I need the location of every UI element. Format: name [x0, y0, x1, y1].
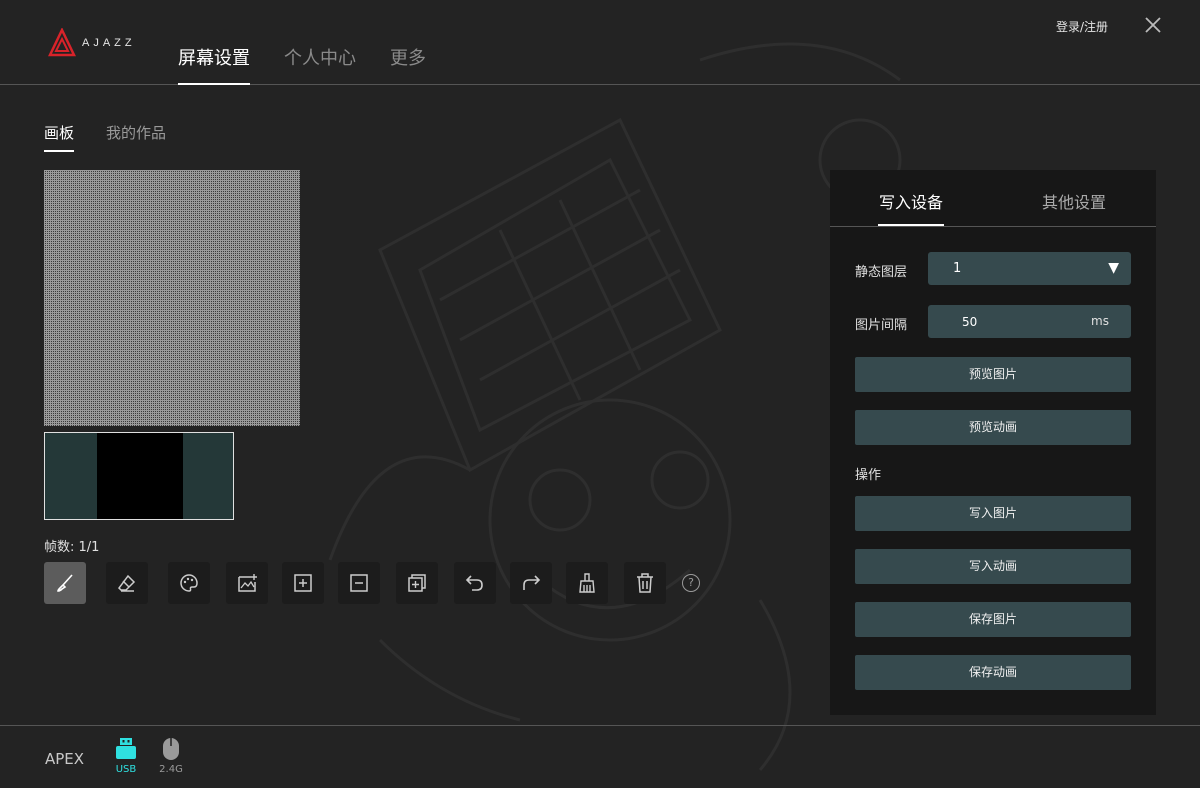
- nav-screen-settings[interactable]: 屏幕设置: [178, 44, 250, 85]
- help-icon[interactable]: ?: [682, 574, 700, 592]
- save-image-button[interactable]: 保存图片: [855, 602, 1131, 637]
- tab-my-works[interactable]: 我的作品: [106, 122, 166, 152]
- usb-connection[interactable]: USB: [113, 736, 139, 775]
- frame-thumbnail-preview: [97, 433, 183, 519]
- static-layer-select[interactable]: 1 ▼: [928, 252, 1131, 285]
- write-panel: 写入设备 其他设置 静态图层 1 ▼ 图片间隔 ms 预览图片 预览动画 操作 …: [830, 170, 1156, 715]
- trash-icon: [637, 573, 653, 593]
- image-add-icon: [238, 574, 257, 592]
- image-interval-input[interactable]: [928, 314, 1048, 329]
- preview-animation-button[interactable]: 预览动画: [855, 410, 1131, 445]
- static-layer-label: 静态图层: [855, 265, 908, 280]
- login-register-link[interactable]: 登录/注册: [1056, 18, 1108, 35]
- clean-tool[interactable]: [566, 562, 608, 604]
- panel-tabs: 写入设备 其他设置: [830, 170, 1156, 227]
- tab-other-settings[interactable]: 其他设置: [1042, 189, 1106, 213]
- logo-text: AJAZZ: [82, 37, 136, 49]
- logo: AJAZZ: [48, 28, 136, 58]
- eraser-icon: [118, 574, 136, 592]
- operations-label: 操作: [855, 468, 882, 483]
- usb-label: USB: [115, 764, 137, 775]
- broom-icon: [579, 573, 595, 593]
- tab-drawing-board[interactable]: 画板: [44, 122, 75, 152]
- nav-more[interactable]: 更多: [390, 44, 426, 85]
- redo-tool[interactable]: [510, 562, 552, 604]
- tab-write-device[interactable]: 写入设备: [879, 189, 943, 213]
- image-interval-label: 图片间隔: [855, 318, 908, 333]
- wireless-2-4g-connection[interactable]: 2.4G: [158, 736, 184, 775]
- close-icon[interactable]: [1144, 16, 1162, 34]
- redo-icon: [523, 575, 541, 590]
- main-nav: 屏幕设置 个人中心 更多: [178, 44, 426, 85]
- palette-tool[interactable]: [168, 562, 210, 604]
- nav-personal-center[interactable]: 个人中心: [284, 44, 356, 85]
- write-animation-button[interactable]: 写入动画: [855, 549, 1131, 584]
- pixel-canvas[interactable]: [44, 170, 300, 426]
- mouse-icon: [163, 738, 179, 760]
- eraser-tool[interactable]: [106, 562, 148, 604]
- copy-icon: [408, 574, 426, 592]
- undo-icon: [465, 575, 483, 591]
- status-footer: APEX USB 2.4G: [0, 725, 1200, 788]
- dropdown-arrow-icon: ▼: [1108, 260, 1119, 276]
- copy-frame-tool[interactable]: [396, 562, 438, 604]
- image-interval-field: ms: [928, 305, 1131, 338]
- minus-box-icon: [350, 574, 368, 592]
- drawing-toolbar: ?: [44, 562, 724, 604]
- palette-icon: [180, 574, 198, 592]
- remove-frame-tool[interactable]: [338, 562, 380, 604]
- preview-image-button[interactable]: 预览图片: [855, 357, 1131, 392]
- active-tab-underline: [878, 224, 944, 226]
- undo-tool[interactable]: [454, 562, 496, 604]
- usb-icon: [116, 738, 136, 759]
- frame-count: 帧数: 1/1: [44, 540, 100, 555]
- plus-box-icon: [294, 574, 312, 592]
- delete-tool[interactable]: [624, 562, 666, 604]
- brush-icon: [57, 574, 73, 592]
- canvas-subtabs: 画板 我的作品: [44, 122, 166, 152]
- write-image-button[interactable]: 写入图片: [855, 496, 1131, 531]
- brush-tool[interactable]: [44, 562, 86, 604]
- frame-thumbnail[interactable]: [44, 432, 234, 520]
- image-import-tool[interactable]: [226, 562, 268, 604]
- ajazz-logo-icon: [48, 28, 76, 57]
- wireless-label: 2.4G: [159, 764, 183, 775]
- device-name: APEX: [45, 750, 85, 768]
- interval-unit: ms: [1091, 314, 1109, 328]
- add-frame-tool[interactable]: [282, 562, 324, 604]
- static-layer-value: 1: [953, 261, 962, 276]
- save-animation-button[interactable]: 保存动画: [855, 655, 1131, 690]
- app-header: AJAZZ 屏幕设置 个人中心 更多 登录/注册: [0, 0, 1200, 85]
